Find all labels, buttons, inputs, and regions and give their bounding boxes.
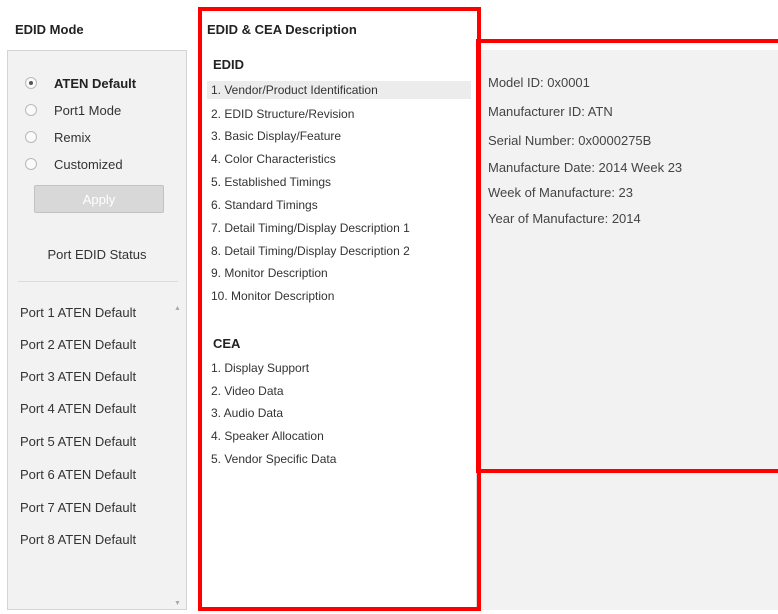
edid-detail-panel: Model ID: 0x0001 Manufacturer ID: ATN Se… [476,50,778,610]
radio-unchecked-icon[interactable] [25,104,37,116]
edid-list-item[interactable]: 2. EDID Structure/Revision [211,107,354,121]
edid-list-item[interactable]: 4. Color Characteristics [211,152,336,166]
mode-option-aten-default[interactable]: ATEN Default [25,74,136,92]
detail-line: Week of Manufacture: 23 [488,185,634,200]
edid-list-item[interactable]: 5. Established Timings [211,175,331,189]
port-status-item[interactable]: Port 4 ATEN Default [20,401,136,416]
scroll-up-arrow-icon[interactable]: ▲ [174,305,181,312]
divider [18,281,178,282]
radio-unchecked-icon[interactable] [25,131,37,143]
radio-unchecked-icon[interactable] [25,158,37,170]
mode-label: ATEN Default [54,75,137,91]
detail-line: Manufacture Date: 2014 Week 23 [488,160,683,175]
port-status-item[interactable]: Port 2 ATEN Default [20,337,136,352]
port-status-item[interactable]: Port 3 ATEN Default [20,369,136,384]
detail-line: Model ID: 0x0001 [488,75,590,90]
cea-list-item[interactable]: 2. Video Data [211,384,284,398]
port-status-item[interactable]: Port 8 ATEN Default [20,532,136,547]
mode-option-port1-mode[interactable]: Port1 Mode [25,101,121,119]
edid-list-item[interactable]: 10. Monitor Description [211,289,334,303]
edid-mode-title: EDID Mode [15,22,84,37]
edid-section-heading: EDID [213,57,245,72]
radio-checked-icon[interactable] [25,77,37,89]
mode-option-remix[interactable]: Remix [25,128,91,146]
mode-label: Remix [54,129,91,145]
edid-list-item[interactable]: 9. Monitor Description [211,266,328,280]
apply-button[interactable]: Apply [34,185,164,213]
edid-list-item[interactable]: 7. Detail Timing/Display Description 1 [211,221,410,235]
scroll-down-arrow-icon[interactable]: ▼ [174,600,181,607]
edid-list-item[interactable]: 8. Detail Timing/Display Description 2 [211,244,410,258]
edid-cea-description-title: EDID & CEA Description [207,22,357,37]
cea-list-item[interactable]: 5. Vendor Specific Data [211,452,336,466]
edid-list-item[interactable]: 3. Basic Display/Feature [211,129,341,143]
port-status-item[interactable]: Port 7 ATEN Default [20,500,136,515]
port-status-item[interactable]: Port 1 ATEN Default [20,305,136,320]
detail-line: Year of Manufacture: 2014 [488,211,641,226]
edid-cea-list-panel: EDID 1. Vendor/Product Identification 2.… [200,50,477,610]
cea-list-item[interactable]: 1. Display Support [211,361,309,375]
port-edid-status-title: Port EDID Status [47,247,147,262]
edid-list-item[interactable]: 1. Vendor/Product Identification [207,81,471,99]
detail-line: Serial Number: 0x0000275B [488,133,652,148]
cea-list-item[interactable]: 4. Speaker Allocation [211,429,324,443]
port-status-item[interactable]: Port 5 ATEN Default [20,434,136,449]
cea-list-item[interactable]: 3. Audio Data [211,406,283,420]
port-status-item[interactable]: Port 6 ATEN Default [20,467,136,482]
cea-section-heading: CEA [213,336,241,351]
mode-option-customized[interactable]: Customized [25,155,123,173]
mode-label: Customized [54,156,123,172]
mode-label: Port1 Mode [54,102,122,118]
detail-line: Manufacturer ID: ATN [488,104,613,119]
edid-list-item[interactable]: 6. Standard Timings [211,198,318,212]
edid-mode-panel: ATEN Default Port1 Mode Remix Customized… [7,50,187,610]
